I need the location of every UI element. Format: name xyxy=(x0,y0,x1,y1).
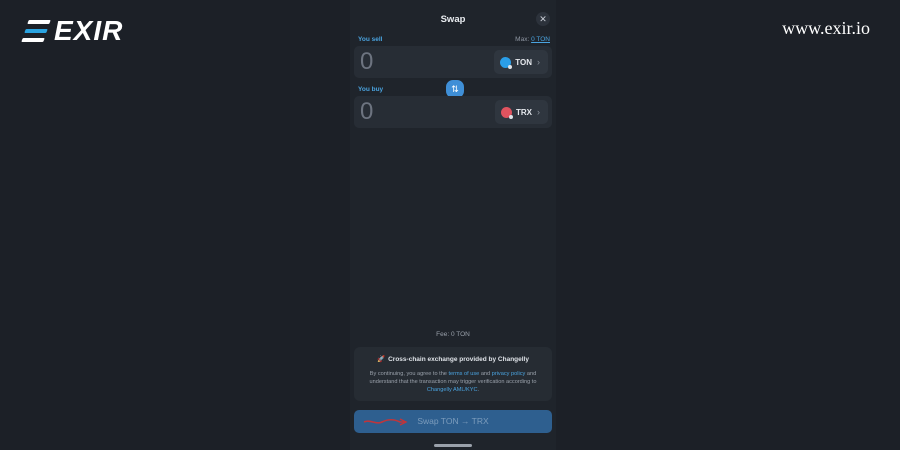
logo-speed-lines xyxy=(21,20,51,42)
logo-wordmark: EXIR xyxy=(54,15,124,46)
buy-amount-input[interactable]: 0 xyxy=(360,98,373,126)
home-indicator[interactable] xyxy=(434,444,472,447)
swap-button-label: Swap TON → TRX xyxy=(417,416,489,426)
sell-amount-field[interactable]: 0 TON › xyxy=(354,46,552,78)
terms-text-part: . xyxy=(477,387,480,393)
provider-title: 🚀 Cross-chain exchange provided by Change… xyxy=(354,355,552,363)
privacy-policy-link[interactable]: privacy policy xyxy=(492,371,526,377)
rocket-icon: 🚀 xyxy=(377,356,386,363)
buy-amount-field[interactable]: 0 TRX › xyxy=(354,96,552,128)
terms-text: By continuing, you agree to the terms of… xyxy=(368,370,538,394)
provider-info-box: 🚀 Cross-chain exchange provided by Change… xyxy=(354,347,552,401)
terms-text-part: By continuing, you agree to the xyxy=(369,371,449,377)
buy-token-label: TRX xyxy=(516,107,532,117)
buy-label: You buy xyxy=(358,86,384,93)
site-url: www.exir.io xyxy=(782,18,870,38)
fee-text: Fee: 0 TON xyxy=(436,331,470,338)
buy-token-selector[interactable]: TRX › xyxy=(495,100,548,124)
exir-logo: EXIR xyxy=(21,15,124,46)
sell-token-label: TON xyxy=(515,57,532,67)
aml-kyc-link[interactable]: Changelly AML/KYC xyxy=(427,387,478,393)
provider-title-text: Cross-chain exchange provided by Changel… xyxy=(388,356,529,363)
max-value-link[interactable]: 0 TON xyxy=(531,36,550,43)
terms-of-use-link[interactable]: terms of use xyxy=(448,371,479,377)
trx-coin-icon xyxy=(501,106,513,119)
sell-label: You sell xyxy=(358,36,383,43)
close-icon: ✕ xyxy=(539,14,547,24)
max-label: Max: xyxy=(515,36,530,43)
terms-text-part: and xyxy=(479,371,492,377)
chevron-right-icon: › xyxy=(537,57,540,67)
swap-screen: Swap ✕ You sell Max: 0 TON 0 TON › ⇅ You… xyxy=(350,0,556,450)
max-balance[interactable]: Max: 0 TON xyxy=(515,36,550,43)
sell-token-selector[interactable]: TON › xyxy=(494,50,548,74)
swap-submit-button[interactable]: Swap TON → TRX xyxy=(354,410,552,433)
sell-amount-input[interactable]: 0 xyxy=(360,48,373,76)
chevron-right-icon: › xyxy=(537,107,540,117)
sell-label-row: You sell Max: 0 TON xyxy=(358,36,550,43)
ton-coin-icon xyxy=(500,56,513,69)
close-button[interactable]: ✕ xyxy=(536,12,550,26)
buy-label-row: You buy xyxy=(358,86,550,93)
page-title: Swap xyxy=(440,14,466,25)
